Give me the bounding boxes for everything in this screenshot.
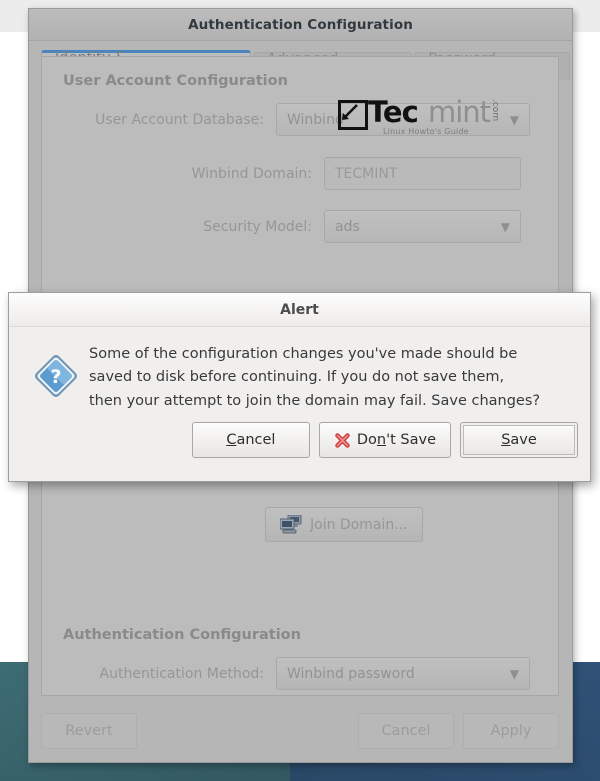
red-x-icon — [335, 433, 350, 448]
field-row-authentication-method: Authentication Method: Winbind password … — [42, 657, 530, 690]
alert-dont-save-label: Don't Save — [357, 432, 436, 448]
question-diamond-icon: ? — [35, 355, 77, 397]
alert-message-line: saved to disk before continuing. If you … — [89, 369, 505, 386]
alert-message: Some of the configuration changes you've… — [89, 343, 540, 413]
logo-text-light: mint — [428, 95, 491, 129]
label-pre: Do — [356, 432, 377, 449]
chevron-down-icon: ▼ — [509, 666, 519, 681]
section-heading-authentication-configuration: Authentication Configuration — [63, 627, 301, 643]
alert-button-row: Cancel Don't Save Save — [9, 413, 590, 459]
label-rest: ave — [510, 432, 537, 449]
apply-label: Apply — [490, 723, 532, 739]
alert-body: ? Some of the configuration changes you'… — [9, 327, 590, 413]
alert-message-line: then your attempt to join the domain may… — [89, 392, 541, 409]
field-row-winbind-domain: Winbind Domain: TECMINT — [42, 157, 558, 190]
mnemonic-letter: C — [226, 432, 237, 449]
window-action-bar: Revert Cancel Apply — [41, 709, 559, 753]
window-title: Authentication Configuration — [188, 16, 413, 33]
two-computers-icon — [280, 514, 302, 533]
join-domain-label: Join Domain... — [310, 516, 408, 533]
input-value: TECMINT — [335, 165, 398, 182]
combo-authentication-method[interactable]: Winbind password ▼ — [276, 657, 530, 690]
alert-save-label: Save — [501, 432, 537, 448]
combo-security-model[interactable]: ads ▼ — [324, 210, 521, 243]
label-rest: 't Save — [386, 432, 436, 449]
chevron-down-icon: ▼ — [509, 112, 519, 127]
logo-text-bold: Tec — [368, 95, 419, 129]
label-authentication-method: Authentication Method: — [99, 665, 264, 682]
alert-save-button[interactable]: Save — [460, 422, 578, 459]
revert-button[interactable]: Revert — [41, 713, 137, 749]
cancel-label: Cancel — [381, 723, 431, 739]
mnemonic-letter: n — [376, 432, 387, 449]
combo-value: ads — [335, 218, 360, 235]
join-domain-button[interactable]: Join Domain... — [265, 507, 423, 542]
revert-label: Revert — [65, 723, 113, 739]
alert-titlebar: Alert — [9, 293, 590, 327]
label-winbind-domain: Winbind Domain: — [191, 165, 312, 182]
alert-dialog: Alert ? Some of the configuration change… — [8, 292, 591, 482]
combo-value: Winbind password — [287, 665, 415, 682]
logo-suffix: .com — [490, 99, 500, 122]
label-security-model: Security Model: — [203, 218, 312, 235]
alert-cancel-button[interactable]: Cancel — [191, 422, 310, 459]
section-heading-user-account: User Account Configuration — [63, 73, 288, 89]
window-titlebar: Authentication Configuration — [29, 9, 572, 41]
label-user-account-database: User Account Database: — [95, 111, 264, 128]
alert-message-line: Some of the configuration changes you've… — [89, 346, 518, 362]
logo-diagonal-arrow-icon — [342, 104, 358, 120]
input-winbind-domain[interactable]: TECMINT — [324, 157, 521, 190]
tecmint-logo: Tec mint .com Linux Howto's Guide — [338, 95, 504, 139]
combo-value: Winbind — [287, 111, 344, 128]
apply-button[interactable]: Apply — [463, 713, 559, 749]
alert-icon-wrap: ? — [23, 343, 89, 413]
cancel-button[interactable]: Cancel — [358, 713, 454, 749]
field-row-security-model: Security Model: ads ▼ — [42, 210, 558, 243]
svg-text:?: ? — [50, 366, 61, 388]
alert-title: Alert — [280, 301, 319, 318]
alert-cancel-label: Cancel — [226, 432, 275, 448]
alert-dont-save-button[interactable]: Don't Save — [318, 422, 451, 459]
chevron-down-icon: ▼ — [500, 219, 510, 234]
label-rest: ancel — [236, 432, 276, 449]
logo-tagline: Linux Howto's Guide — [383, 127, 469, 136]
